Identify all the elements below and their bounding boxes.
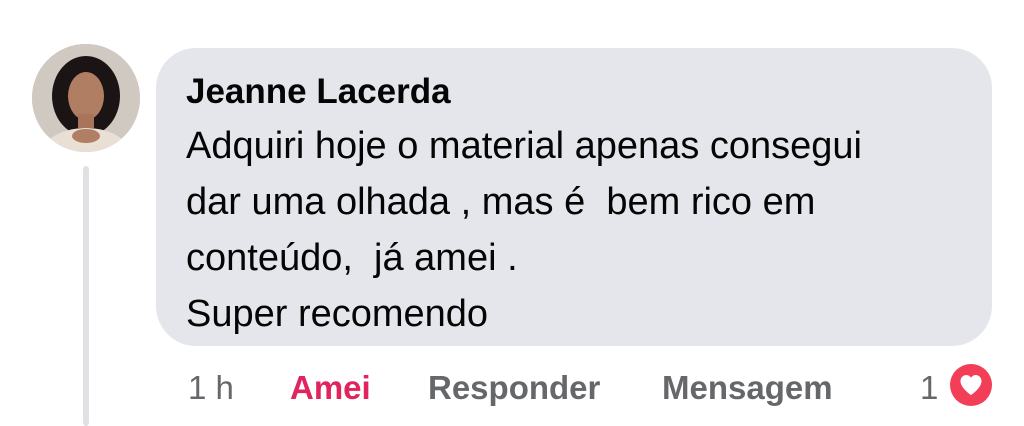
comment-text: Adquiri hoje o material apenas consegui … (186, 118, 962, 342)
reaction-count[interactable]: 1 (920, 366, 938, 410)
message-button[interactable]: Mensagem (662, 366, 833, 410)
comment-text-line: conteúdo, já amei . (186, 237, 518, 279)
comment-text-line: dar uma olhada , mas é bem rico em (186, 181, 816, 223)
heart-icon (950, 364, 992, 406)
comment-author[interactable]: Jeanne Lacerda (186, 70, 962, 114)
reaction-summary[interactable] (946, 360, 996, 410)
comment-text-line: Super recomendo (186, 293, 489, 335)
avatar-image (32, 44, 140, 152)
comment-text-line: Adquiri hoje o material apenas consegui (186, 125, 862, 167)
avatar[interactable] (32, 44, 140, 152)
reply-button[interactable]: Responder (428, 366, 600, 410)
thread-line (83, 166, 89, 426)
comment-timestamp[interactable]: 1 h (188, 366, 234, 410)
reaction-button[interactable]: Amei (290, 366, 371, 410)
comment-bubble: Jeanne Lacerda Adquiri hoje o material a… (156, 48, 992, 346)
